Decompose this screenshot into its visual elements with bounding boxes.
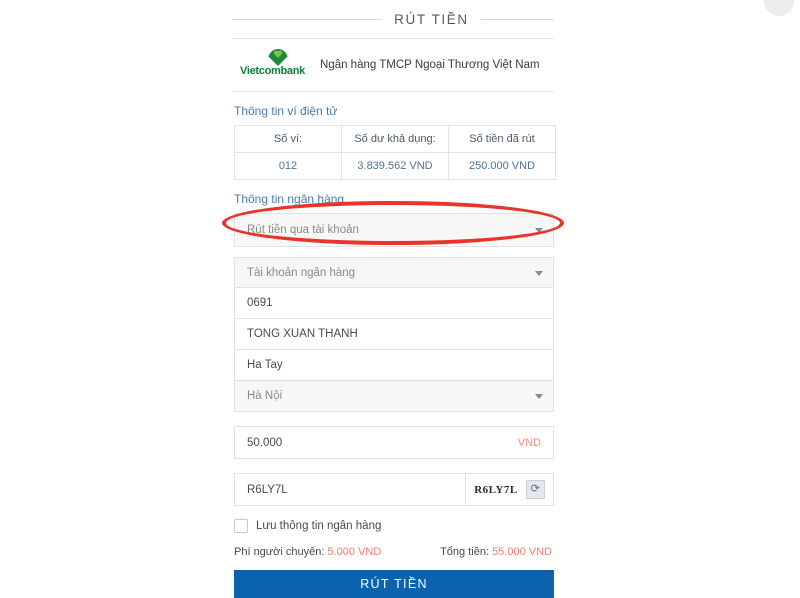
bank-account-select[interactable]: Tài khoản ngân hàng: [234, 257, 554, 288]
account-number-value: 0691: [247, 297, 273, 309]
bank-name: Ngân hàng TMCP Ngoại Thương Việt Nam: [320, 59, 540, 71]
bank-fields-stack: Tài khoản ngân hàng 0691 TONG XUAN THANH…: [232, 257, 554, 412]
withdraw-method-select[interactable]: Rút tiền qua tài khoản: [234, 213, 554, 247]
column-header-available-balance: Số dư khả dụng:: [341, 125, 449, 153]
table-row: 012 3.839.562 VND 250.000 VND: [234, 152, 556, 180]
withdraw-method-value: Rút tiền qua tài khoản: [247, 224, 359, 236]
totals-row: Phí người chuyến: 5.000 VND Tổng tiền: 5…: [234, 546, 552, 558]
amount-currency-label: VND: [517, 436, 541, 449]
bank-divider: [232, 91, 554, 92]
branch-value: Ha Tay: [247, 359, 283, 371]
title-rule-left: [232, 18, 383, 20]
captcha-input-value: R6LY7L: [247, 483, 288, 496]
captcha-input[interactable]: R6LY7L: [234, 473, 466, 506]
amount-input[interactable]: 50.000 VND: [234, 426, 554, 459]
cell-wallet-id: 012: [234, 152, 342, 180]
cell-withdrawn-amount: 250.000 VND: [448, 152, 556, 180]
fee-value: 5.000 VND: [327, 546, 382, 558]
chevron-down-icon: [535, 394, 543, 399]
withdraw-submit-button[interactable]: RÚT TIỀN: [234, 570, 554, 598]
amount-value: 50.000: [247, 436, 283, 449]
account-holder-input[interactable]: TONG XUAN THANH: [234, 319, 554, 350]
chevron-down-icon: [535, 228, 543, 233]
save-bank-info-row[interactable]: Lưu thông tin ngân hàng: [234, 519, 554, 533]
column-header-wallet-id: Số ví:: [234, 125, 342, 153]
corner-circle-decoration: [764, 0, 794, 16]
total-group: Tổng tiền: 55.000 VND: [440, 546, 552, 558]
branch-input[interactable]: Ha Tay: [234, 350, 554, 381]
wallet-section-heading: Thông tin ví điện tử: [234, 104, 338, 118]
withdraw-form-panel: RÚT TIỀN Vietcombank Ngân hàng TMCP Ngoạ…: [232, 0, 556, 598]
bank-account-placeholder: Tài khoản ngân hàng: [247, 266, 356, 279]
bank-row: Vietcombank Ngân hàng TMCP Ngoại Thương …: [232, 39, 554, 91]
chevron-down-icon: [535, 270, 543, 276]
bank-section-heading: Thông tin ngân hàng: [234, 192, 345, 206]
save-bank-info-label: Lưu thông tin ngân hàng: [256, 520, 382, 532]
column-header-withdrawn-amount: Số tiền đã rút: [448, 125, 556, 153]
title-rule-right: [480, 18, 554, 20]
fee-group: Phí người chuyến: 5.000 VND: [234, 546, 381, 558]
province-value: Hà Nội: [247, 390, 283, 402]
captcha-image-text: R6LY7L: [474, 483, 518, 496]
captcha-image-box: R6LY7L ⟳: [466, 473, 554, 506]
shield-icon: [268, 49, 288, 66]
vietcombank-wordmark: Vietcombank: [240, 65, 305, 77]
province-select[interactable]: Hà Nội: [234, 381, 554, 412]
captcha-row: R6LY7L R6LY7L ⟳: [234, 473, 554, 506]
vietcombank-logo: Vietcombank: [240, 49, 306, 81]
table-header-row: Số ví: Số dư khả dụng: Số tiền đã rút: [234, 125, 556, 153]
fee-label: Phí người chuyến:: [234, 546, 325, 558]
account-holder-value: TONG XUAN THANH: [247, 328, 358, 340]
save-bank-info-checkbox[interactable]: [234, 519, 248, 533]
wallet-info-table: Số ví: Số dư khả dụng: Số tiền đã rút 01…: [234, 125, 556, 180]
account-number-input[interactable]: 0691: [234, 288, 554, 319]
total-label: Tổng tiền:: [440, 546, 489, 558]
page-title: RÚT TIỀN: [394, 11, 469, 27]
cell-available-balance: 3.839.562 VND: [341, 152, 449, 180]
refresh-icon[interactable]: ⟳: [525, 480, 545, 499]
page-title-row: RÚT TIỀN: [232, 0, 554, 38]
total-value: 55.000 VND: [492, 546, 552, 558]
